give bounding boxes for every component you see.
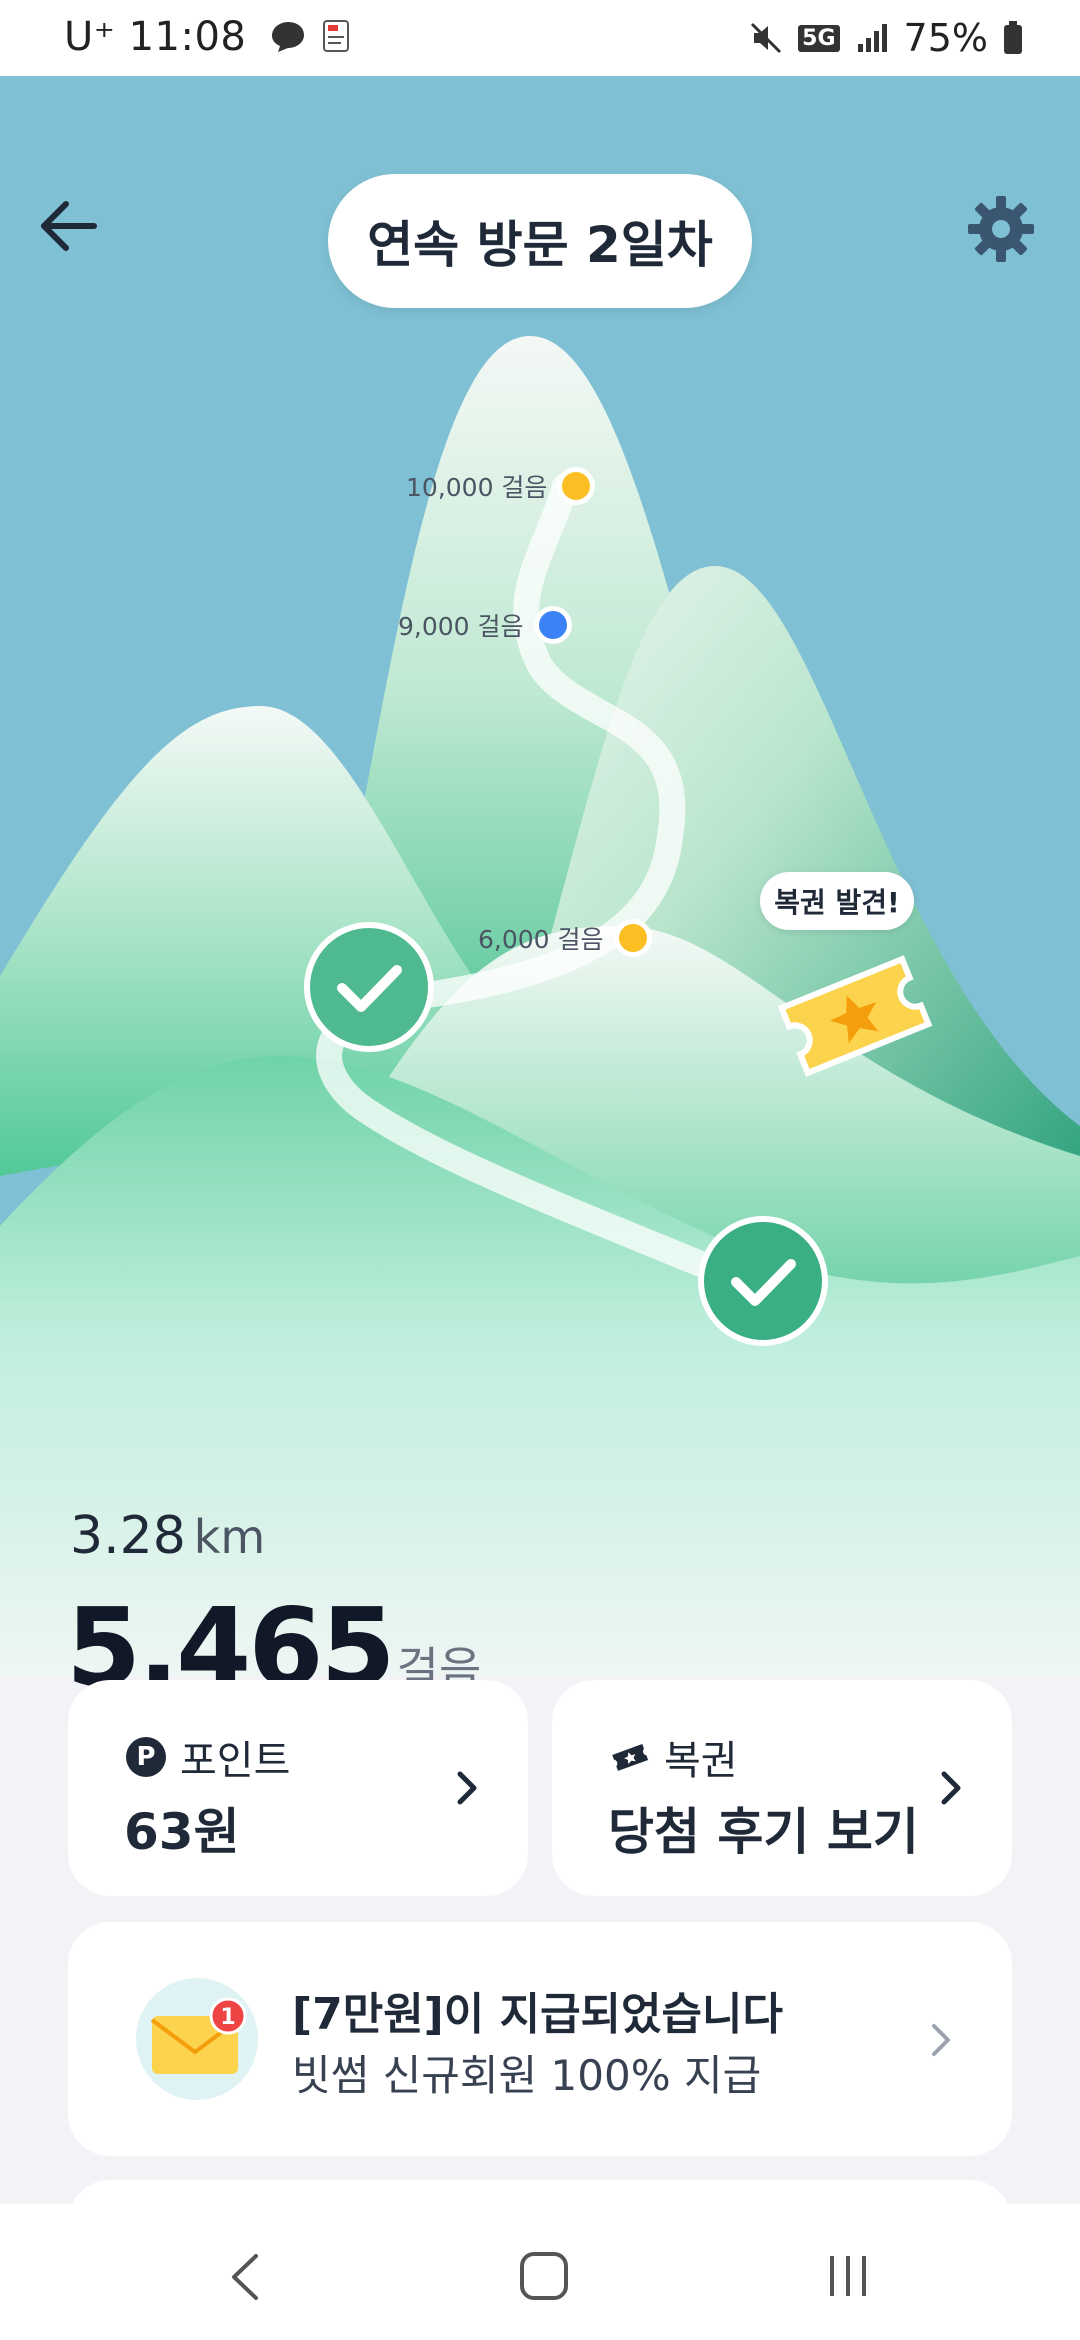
milestone-label: 9,000 걸음 [398, 612, 524, 641]
distance-value: 3.28 [70, 1506, 186, 1566]
points-label-row: P 포인트 [126, 1728, 290, 1786]
gear-icon[interactable] [964, 192, 1038, 266]
battery-percent: 75% [903, 16, 988, 60]
milestone-10000: 10,000 걸음 [406, 467, 596, 505]
check-circle-icon [304, 922, 434, 1052]
mail-avatar: 1 [136, 1978, 258, 2100]
points-card[interactable]: P 포인트 63원 [68, 1680, 528, 1896]
points-label: 포인트 [180, 1738, 291, 1784]
ticket-icon [612, 1744, 649, 1771]
check-circle-icon [698, 1216, 828, 1346]
envelope-icon: 1 [150, 1997, 247, 2074]
notification-count: 1 [220, 2005, 235, 2030]
milestone-dot [557, 467, 596, 505]
notice-title: [7만원]이 지급되었습니다 [292, 1989, 783, 2040]
lottery-review-link: 당첨 후기 보기 [608, 1803, 919, 1861]
chevron-right-icon [932, 2024, 950, 2056]
system-nav-bar [0, 2204, 1080, 2340]
clock: 11:08 [128, 14, 247, 60]
milestone-dot [613, 919, 652, 957]
notice-subtitle: 빗썸 신규회원 100% 지급 [292, 2051, 762, 2100]
lottery-card[interactable]: 복권 당첨 후기 보기 [552, 1680, 1012, 1896]
distance-unit: km [193, 1510, 266, 1564]
mountain-illustration [0, 76, 1080, 1676]
memo-icon [322, 20, 349, 52]
distance-readout: 3.28 km [70, 1506, 265, 1566]
status-time: U⁺ 11:08 [64, 14, 353, 60]
lottery-label: 복권 [664, 1738, 738, 1784]
point-icon: P [126, 1737, 166, 1777]
status-right: 5G 75% [748, 16, 1024, 60]
reward-notice-card[interactable]: 1 [7만원]이 지급되었습니다 빗썸 신규회원 100% 지급 [68, 1922, 1012, 2156]
mountain-scene: 연속 방문 2일차 10,000 걸음 9,000 걸음 6,000 걸음 복권… [0, 76, 1080, 1711]
nav-recents-icon[interactable] [822, 2250, 874, 2302]
network-label: 5G [798, 24, 840, 52]
milestone-label: 10,000 걸음 [406, 473, 548, 502]
mute-icon [751, 22, 782, 54]
messenger-icon [271, 22, 304, 52]
battery-icon [1004, 21, 1022, 54]
lottery-found-bubble[interactable]: 복권 발견! [760, 872, 914, 930]
back-arrow-icon[interactable] [32, 188, 108, 264]
lottery-ticket-icon[interactable] [770, 946, 940, 1086]
milestone-dot [533, 606, 572, 644]
nav-home-icon[interactable] [518, 2250, 570, 2302]
milestone-9000: 9,000 걸음 [398, 606, 572, 644]
lottery-label-row: 복권 [610, 1728, 738, 1786]
status-bar: U⁺ 11:08 5G 75% [0, 0, 1080, 76]
points-value: 63원 [124, 1803, 240, 1861]
chevron-right-icon [457, 1771, 477, 1805]
signal-icon [857, 24, 887, 52]
nav-back-icon[interactable] [222, 2250, 268, 2304]
visit-streak-badge: 연속 방문 2일차 [328, 174, 752, 308]
milestone-label: 6,000 걸음 [478, 925, 604, 954]
chevron-right-icon [941, 1771, 961, 1805]
milestone-6000: 6,000 걸음 [478, 919, 652, 957]
carrier-label: U⁺ [64, 14, 116, 60]
